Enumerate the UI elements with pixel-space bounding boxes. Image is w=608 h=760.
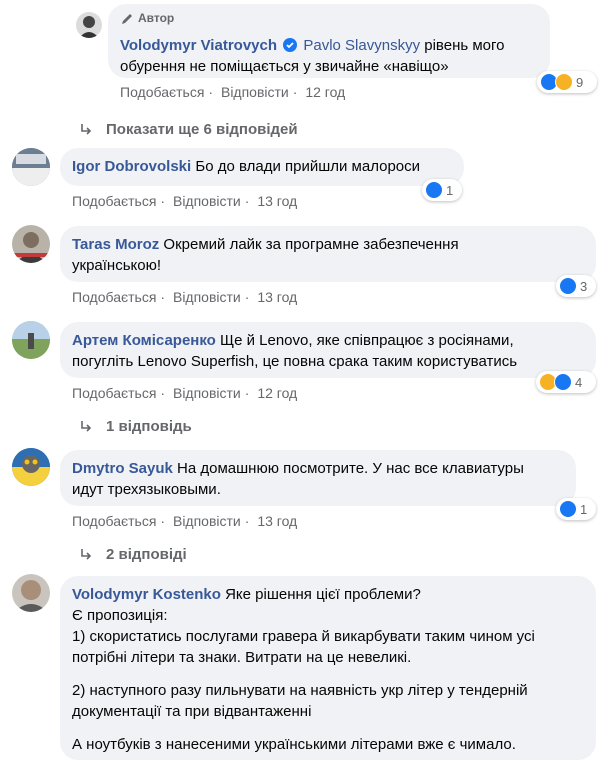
- reply-button[interactable]: Відповісти: [173, 513, 241, 529]
- comment-time[interactable]: 13 год: [257, 193, 297, 209]
- avatar-image: [12, 448, 50, 486]
- avatar-image: [12, 232, 50, 263]
- like-reaction-icon: [559, 277, 577, 295]
- avatar-image: [14, 580, 48, 612]
- reaction-count: 4: [575, 374, 583, 390]
- comment-author[interactable]: Igor Dobrovolski: [72, 158, 191, 175]
- comment-text: Окремий лайк за програмне забезпечення: [163, 236, 459, 253]
- reactions-summary[interactable]: 3: [556, 275, 596, 297]
- comment-text: Яке рішення цієї проблеми?: [225, 586, 421, 603]
- comment-bubble: Артем Комісаренко Ще й Lenovo, яке співп…: [60, 322, 596, 378]
- avatar[interactable]: [12, 574, 50, 612]
- comment-author[interactable]: Taras Moroz: [72, 236, 159, 253]
- reactions-summary[interactable]: 9: [537, 71, 597, 93]
- like-button[interactable]: Подобається: [120, 84, 204, 100]
- comment-author[interactable]: Volodymyr Kostenko: [72, 586, 221, 603]
- like-reaction-icon: [559, 500, 577, 518]
- show-more-replies-label: Показати ще 6 відповідей: [106, 121, 298, 138]
- reply-arrow-icon: [81, 420, 92, 432]
- avatar[interactable]: [12, 321, 50, 359]
- reply-arrow-icon: [81, 548, 92, 560]
- comment-actions: Подобається · Відповісти · 13 год: [72, 193, 298, 209]
- reply-arrow-icon: [81, 123, 92, 135]
- verified-icon: [283, 38, 298, 52]
- show-more-replies-link[interactable]: Показати ще 6 відповідей: [80, 121, 298, 138]
- comment-bubble: Taras Moroz Окремий лайк за програмне за…: [60, 226, 596, 282]
- reply-button[interactable]: Відповісти: [173, 289, 241, 305]
- reaction-count: 1: [446, 182, 454, 198]
- comment-text: погугліть Lenovo Superfish, це повна сра…: [72, 353, 518, 370]
- show-replies-link[interactable]: 2 відповіді: [80, 546, 187, 563]
- like-button[interactable]: Подобається: [72, 193, 156, 209]
- like-button[interactable]: Подобається: [72, 513, 156, 529]
- comment-time[interactable]: 13 год: [257, 513, 297, 529]
- comment-bubble: Dmytro Sayuk На домашнюю посмотрите. У н…: [60, 450, 576, 506]
- avatar[interactable]: [76, 12, 102, 38]
- avatar[interactable]: [12, 448, 50, 486]
- comment-author[interactable]: Dmytro Sayuk: [72, 460, 173, 477]
- comment-actions: Подобається · Відповісти · 13 год: [72, 513, 298, 529]
- reply-button[interactable]: Відповісти: [173, 193, 241, 209]
- comment-text: 2) наступного разу пильнувати на наявніс…: [72, 682, 528, 699]
- comment-text: українською!: [72, 257, 162, 274]
- comment-time[interactable]: 13 год: [257, 289, 297, 305]
- comment-text: идут трехязыковыми.: [72, 481, 221, 498]
- comment-bubble: Volodymyr Kostenko Яке рішення цієї проб…: [60, 576, 596, 760]
- comment-text: Бо до влади прийшли малороси: [195, 158, 421, 175]
- comment-text: Є пропозиція:: [72, 607, 168, 624]
- comment-time[interactable]: 12 год: [257, 385, 297, 401]
- reactions-summary[interactable]: 4: [536, 371, 596, 393]
- like-reaction-icon: [425, 181, 443, 199]
- comment-text: Ще й Lenovo, яке співпрацює з росіянами,: [220, 332, 514, 349]
- comment-actions: Подобається · Відповісти · 12 год: [120, 84, 346, 100]
- like-reaction-icon: [554, 373, 572, 391]
- comment-actions: Подобається · Відповісти · 13 год: [72, 289, 298, 305]
- author-badge-label: Автор: [138, 11, 175, 25]
- reaction-count: 9: [576, 74, 584, 90]
- avatar-image: [79, 16, 99, 38]
- avatar[interactable]: [12, 148, 50, 186]
- reactions-summary[interactable]: 1: [556, 498, 596, 520]
- pen-icon: [122, 13, 132, 24]
- comment-text: 1) скористатись послугами гравера й вика…: [72, 628, 535, 645]
- comment-time[interactable]: 12 год: [305, 84, 345, 100]
- author-badge: Автор: [120, 8, 538, 29]
- reply-button[interactable]: Відповісти: [221, 84, 289, 100]
- haha-reaction-icon: [555, 73, 573, 91]
- show-replies-label: 1 відповідь: [106, 418, 192, 435]
- reactions-summary[interactable]: 1: [422, 179, 462, 201]
- avatar-image: [12, 321, 50, 359]
- comment-bubble: Автор Volodymyr Viatrovych Pavlo Slavyns…: [108, 4, 550, 78]
- comment-text: документації та при відвантаженні: [72, 703, 312, 720]
- comment-text: А ноутбуків з нанесеними українськими лі…: [72, 736, 516, 753]
- avatar[interactable]: [12, 225, 50, 263]
- comment-author[interactable]: Volodymyr Viatrovych: [120, 37, 277, 54]
- reaction-count: 1: [580, 501, 588, 517]
- comment-actions: Подобається · Відповісти · 12 год: [72, 385, 298, 401]
- comment-text: обурення не поміщається у звичайне «наві…: [120, 58, 449, 75]
- reply-button[interactable]: Відповісти: [173, 385, 241, 401]
- comment-text: рівень мого: [420, 37, 505, 54]
- reaction-count: 3: [580, 278, 588, 294]
- like-button[interactable]: Подобається: [72, 289, 156, 305]
- comment-text: потрібні літери та знаки. Витрати на це …: [72, 649, 412, 666]
- comment-author[interactable]: Артем Комісаренко: [72, 332, 216, 349]
- comment-bubble: Igor Dobrovolski Бо до влади прийшли мал…: [60, 148, 464, 186]
- show-replies-link[interactable]: 1 відповідь: [80, 418, 192, 435]
- avatar-image: [12, 148, 50, 186]
- comment-text: На домашнюю посмотрите. У нас все клавиа…: [177, 460, 524, 477]
- mention-link[interactable]: Pavlo Slavynskyy: [303, 37, 420, 54]
- show-replies-label: 2 відповіді: [106, 546, 187, 563]
- like-button[interactable]: Подобається: [72, 385, 156, 401]
